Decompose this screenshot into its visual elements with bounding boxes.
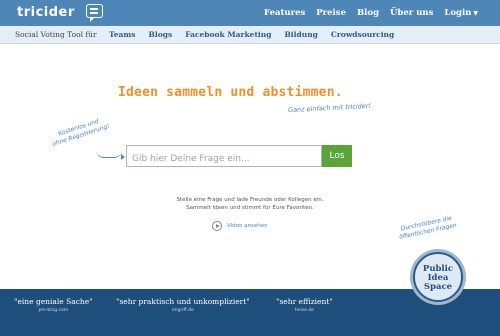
sub-navigation-bar: Social Voting Tool für Teams Blogs Faceb… [0, 26, 500, 44]
question-input[interactable] [127, 149, 321, 169]
public-idea-space-badge[interactable]: Public Idea Space [413, 252, 463, 302]
hero-headline: Ideen sammeln und abstimmen. [118, 85, 343, 100]
nav-ueber-uns[interactable]: Über uns [390, 8, 433, 18]
video-link[interactable]: Video ansehen [212, 221, 268, 231]
login-label: Login [444, 8, 472, 18]
subnav-facebook-marketing[interactable]: Facebook Marketing [185, 30, 271, 39]
use-case-nav: Teams Blogs Facebook Marketing Bildung C… [109, 30, 394, 39]
description-line-1: Stelle eine Frage und lade Freunde oder … [176, 197, 324, 203]
testimonial-source: pm-blog.com [38, 308, 69, 313]
curved-arrow-icon [96, 150, 125, 160]
testimonial-1: "eine geniale Sache" pm-blog.com [14, 297, 93, 313]
testimonial-source: heise.de [294, 308, 314, 313]
testimonial-quote: "eine geniale Sache" [14, 297, 93, 306]
subnav-crowdsourcing[interactable]: Crowdsourcing [331, 30, 394, 39]
testimonial-source: imgriff.de [171, 308, 194, 313]
handwritten-note-free: Kostenlos und ohne Registrierung! [49, 115, 111, 149]
subnav-bildung[interactable]: Bildung [284, 30, 317, 39]
video-label: Video ansehen [227, 223, 268, 229]
subnav-blogs[interactable]: Blogs [149, 30, 173, 39]
nav-preise[interactable]: Preise [316, 8, 346, 18]
hero-subline: Ganz einfach mit tricider! [287, 101, 372, 115]
tagline: Social Voting Tool für [15, 30, 97, 39]
testimonial-2: "sehr praktisch und unkompliziert" imgri… [116, 297, 250, 313]
question-input-wrapper [126, 145, 322, 169]
main-nav: Features Preise Blog Über uns Login ▼ [264, 8, 478, 18]
testimonial-3: "sehr effizient" heise.de [276, 297, 333, 313]
top-navigation-bar: tricider Features Preise Blog Über uns L… [0, 0, 500, 26]
nav-features[interactable]: Features [264, 8, 305, 18]
nav-blog[interactable]: Blog [357, 8, 379, 18]
chevron-down-icon: ▼ [473, 10, 478, 17]
subnav-teams[interactable]: Teams [109, 30, 136, 39]
testimonial-quote: "sehr praktisch und unkompliziert" [116, 297, 250, 306]
badge-line-3: Space [423, 282, 453, 292]
description-line-2: Sammelt Ideen und stimmt für Eure Favori… [186, 205, 314, 211]
play-icon [212, 221, 222, 231]
handwritten-note-browse: Durchstöbere die öffentlichen Fragen [397, 214, 458, 242]
nav-login[interactable]: Login ▼ [444, 8, 478, 18]
hero-description: Stelle eine Frage und lade Freunde oder … [150, 196, 350, 212]
submit-button[interactable]: Los [322, 145, 352, 167]
testimonial-quote: "sehr effizient" [276, 297, 333, 306]
logo-text[interactable]: tricider [17, 5, 75, 20]
speech-bubble-icon [86, 4, 103, 22]
